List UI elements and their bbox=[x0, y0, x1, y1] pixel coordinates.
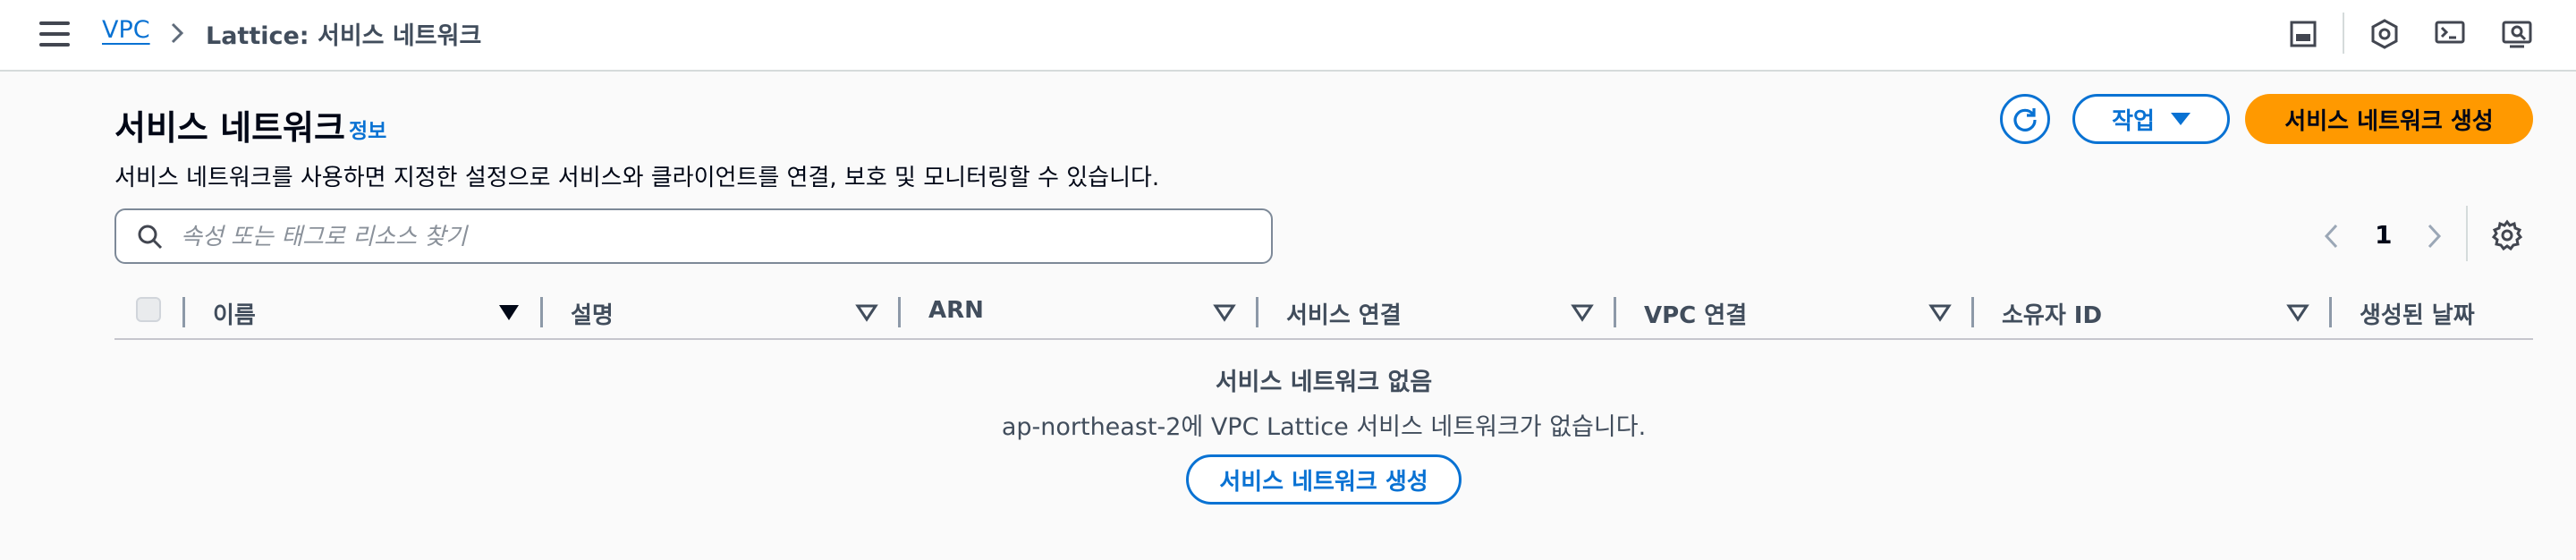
caret-down-icon bbox=[2170, 113, 2190, 125]
empty-state-create-button[interactable]: 서비스 네트워크 생성 bbox=[1186, 454, 1462, 505]
column-header-arn[interactable]: ARN bbox=[928, 297, 984, 324]
chevron-right-icon[interactable] bbox=[2420, 218, 2447, 254]
panel-icon[interactable] bbox=[2285, 16, 2321, 52]
column-divider bbox=[898, 297, 901, 327]
shield-icon[interactable] bbox=[2367, 16, 2402, 52]
empty-state-title: 서비스 네트워크 없음 bbox=[1215, 369, 1433, 396]
cloudshell-icon[interactable] bbox=[2432, 16, 2468, 52]
refresh-icon bbox=[2013, 108, 2037, 132]
search-field[interactable] bbox=[114, 208, 1273, 264]
column-header-owner-id[interactable]: 소유자 ID bbox=[2002, 297, 2102, 330]
screen-search-icon[interactable] bbox=[2499, 16, 2535, 52]
page-number[interactable]: 1 bbox=[2375, 220, 2392, 250]
search-icon bbox=[138, 225, 163, 250]
search-input[interactable] bbox=[179, 217, 1256, 257]
table-header: 이름 설명 ARN 서비스 연결 VPC 연결 소유자 ID 생성된 날짜 bbox=[114, 288, 2533, 340]
sort-icon[interactable] bbox=[497, 302, 521, 322]
column-header-created-date[interactable]: 생성된 날짜 bbox=[2360, 297, 2475, 330]
column-divider bbox=[182, 297, 185, 327]
breadcrumb-current: Lattice: 서비스 네트워크 bbox=[206, 22, 482, 50]
column-header-name[interactable]: 이름 bbox=[213, 297, 256, 330]
chevron-left-icon[interactable] bbox=[2318, 218, 2345, 254]
sort-icon[interactable] bbox=[1571, 302, 1594, 322]
menu-icon[interactable] bbox=[39, 21, 70, 47]
column-header-service-associations[interactable]: 서비스 연결 bbox=[1286, 297, 1402, 330]
sort-icon[interactable] bbox=[1213, 302, 1236, 322]
page-title: 서비스 네트워크 bbox=[114, 108, 345, 148]
column-divider bbox=[540, 297, 543, 327]
chevron-right-icon bbox=[171, 22, 184, 44]
column-divider bbox=[1256, 297, 1258, 327]
empty-state-description: ap-northeast-2에 VPC Lattice 서비스 네트워크가 없습… bbox=[1001, 413, 1647, 441]
column-divider bbox=[1614, 297, 1616, 327]
column-divider bbox=[1971, 297, 1974, 327]
actions-dropdown-button[interactable]: 작업 bbox=[2072, 94, 2230, 144]
sort-icon[interactable] bbox=[855, 302, 878, 322]
page-description: 서비스 네트워크를 사용하면 지정한 설정으로 서비스와 클라이언트를 연결, … bbox=[114, 165, 1160, 191]
settings-icon[interactable] bbox=[2490, 218, 2524, 252]
sort-icon[interactable] bbox=[1928, 302, 1952, 322]
select-all-checkbox[interactable] bbox=[136, 297, 161, 322]
toolbar-divider bbox=[2343, 13, 2344, 54]
column-header-vpc-associations[interactable]: VPC 연결 bbox=[1644, 297, 1747, 330]
create-service-network-button[interactable]: 서비스 네트워크 생성 bbox=[2245, 94, 2533, 144]
breadcrumb-vpc-link[interactable]: VPC bbox=[102, 16, 150, 44]
actions-label: 작업 bbox=[2112, 107, 2155, 135]
column-header-description[interactable]: 설명 bbox=[571, 297, 614, 330]
info-link[interactable]: 정보 bbox=[349, 114, 386, 144]
column-divider bbox=[2329, 297, 2332, 327]
refresh-button[interactable] bbox=[2000, 94, 2050, 144]
pagination-divider bbox=[2466, 206, 2468, 261]
sort-icon[interactable] bbox=[2286, 302, 2309, 322]
top-navigation-bar: VPC Lattice: 서비스 네트워크 bbox=[0, 0, 2576, 72]
